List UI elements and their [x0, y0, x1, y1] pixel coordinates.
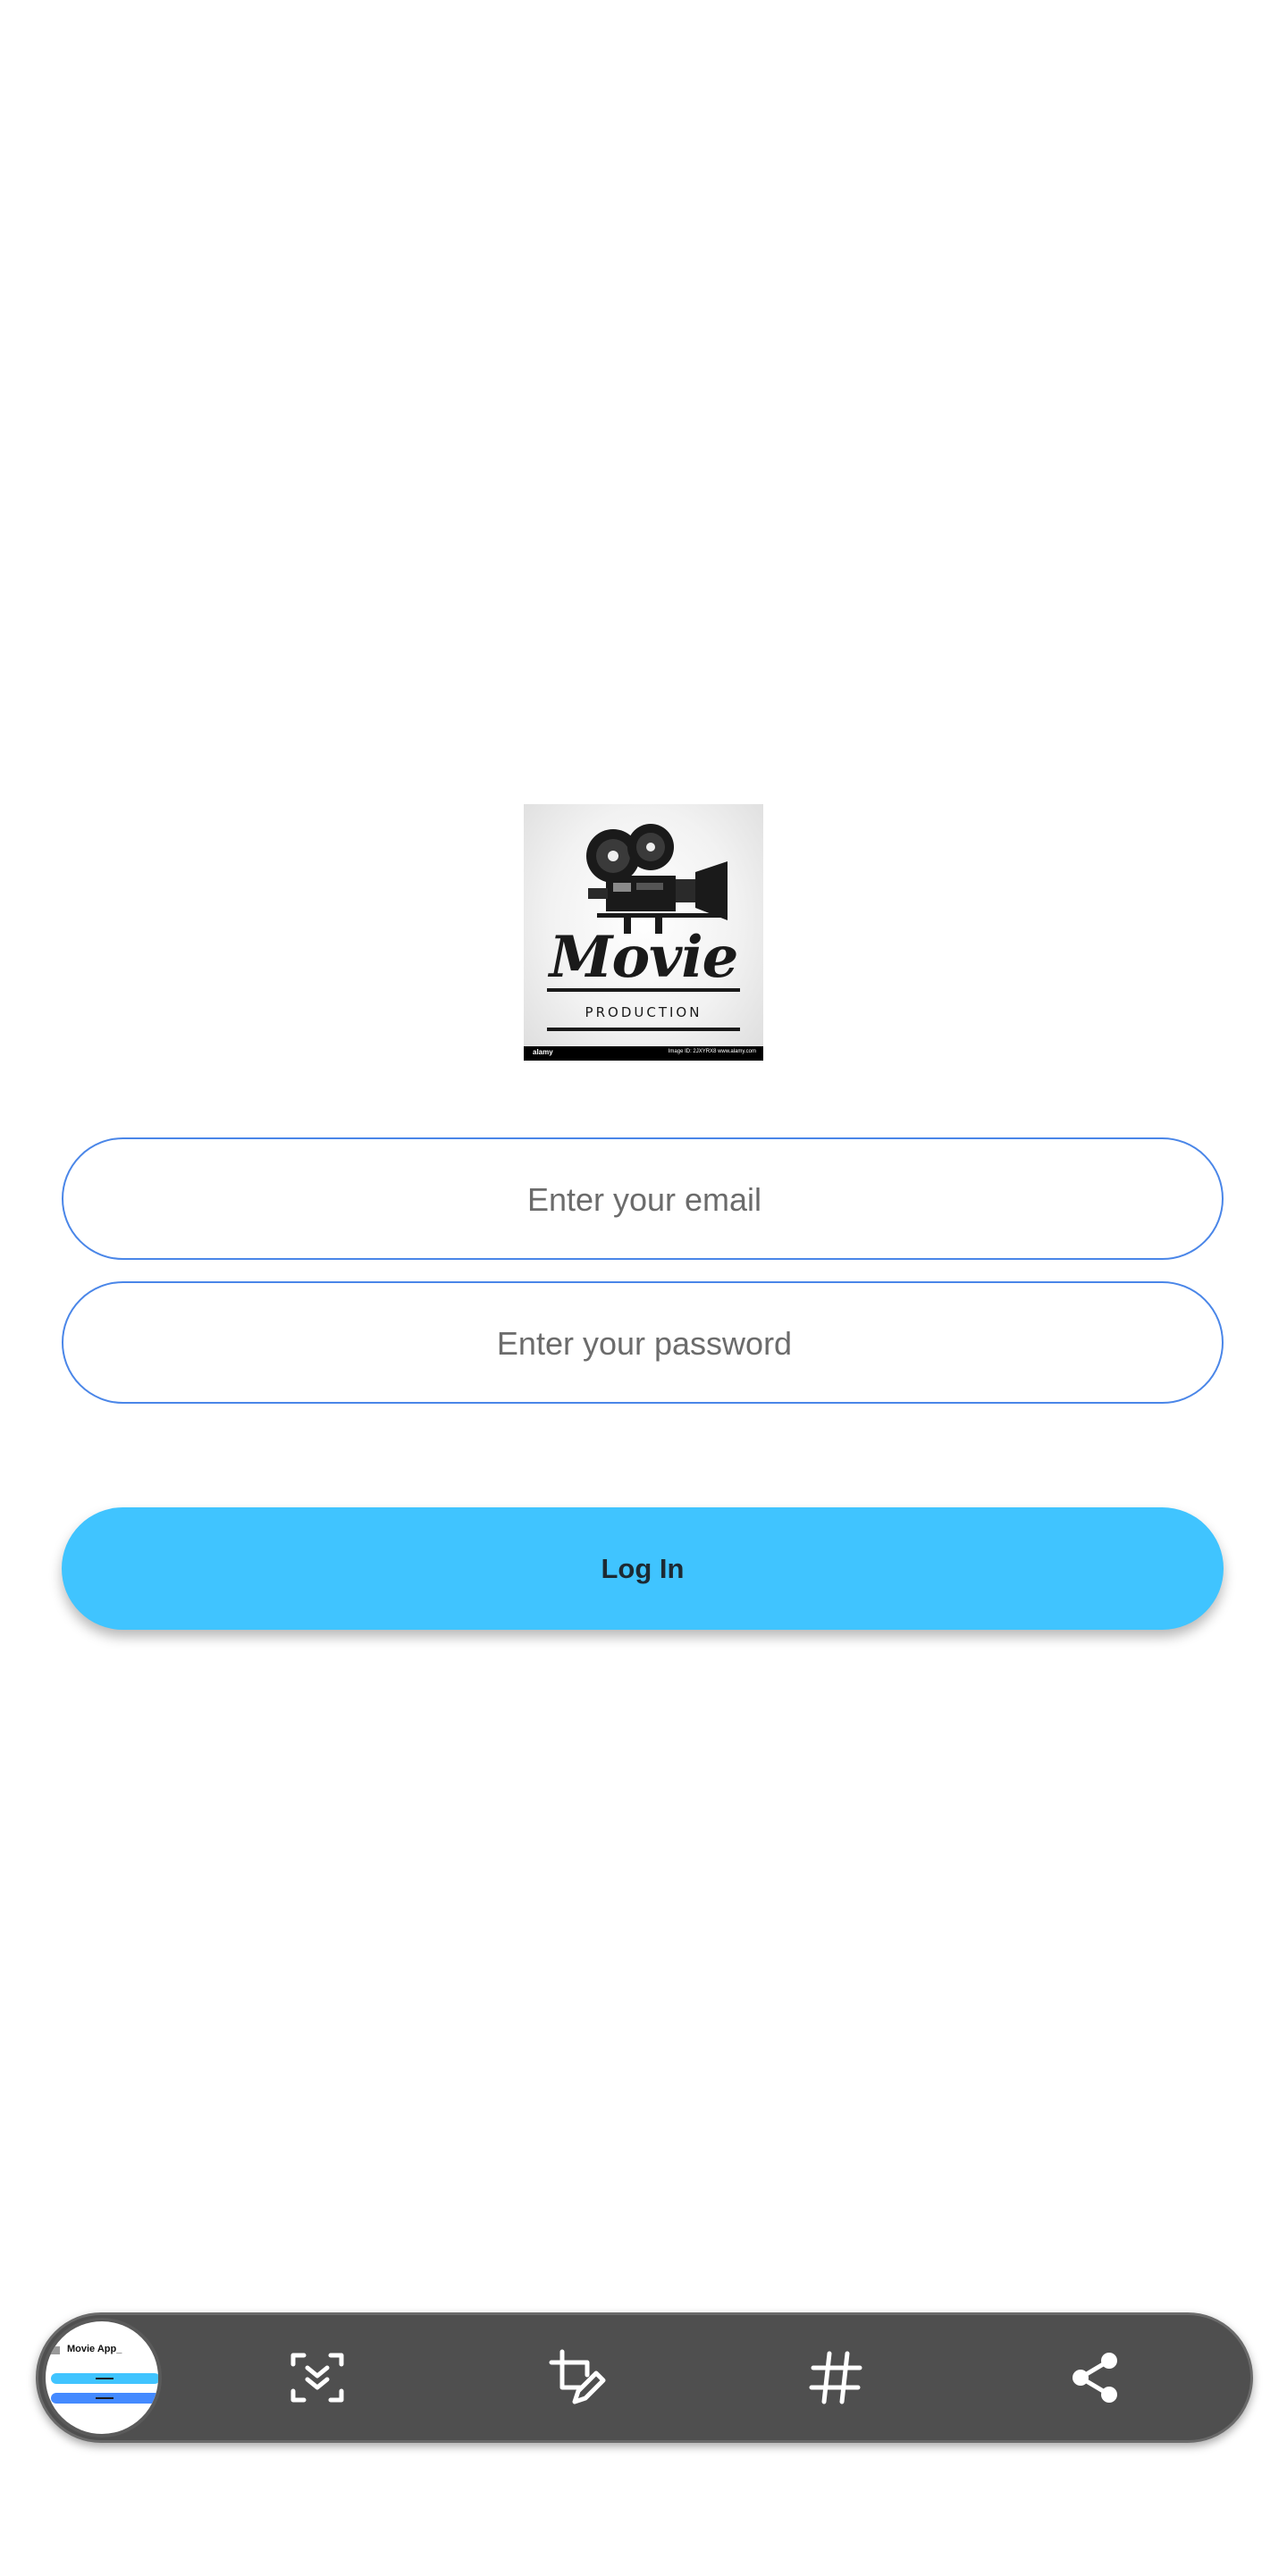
logo-watermark-bar: alamy Image ID: 2JXYRX8 www.alamy.com — [524, 1046, 763, 1061]
hashtag-button[interactable] — [803, 2345, 869, 2411]
thumbnail-text — [96, 2397, 114, 2399]
email-field-container — [62, 1137, 1225, 1260]
login-screen: Movie PRODUCTION alamy Image ID: 2JXYRX8… — [0, 0, 1287, 2576]
crop-edit-icon — [549, 2349, 606, 2404]
screenshot-toolbar: Movie App_ — [36, 2312, 1253, 2443]
crop-edit-button[interactable] — [544, 2345, 610, 2411]
hashtag-icon — [809, 2351, 862, 2404]
scroll-capture-icon — [290, 2353, 344, 2403]
watermark-id: Image ID: 2JXYRX8 www.alamy.com — [668, 1049, 756, 1054]
share-button[interactable] — [1063, 2345, 1129, 2411]
logo-subtitle: PRODUCTION — [585, 1004, 702, 1020]
watermark-brand: alamy — [533, 1048, 553, 1056]
logo-title: Movie — [549, 924, 739, 991]
login-button[interactable]: Log In — [62, 1507, 1224, 1630]
password-field[interactable] — [63, 1283, 1225, 1404]
scroll-capture-button[interactable] — [284, 2345, 350, 2411]
thumbnail-text — [96, 2378, 114, 2379]
share-icon — [1072, 2353, 1117, 2403]
thumbnail-title: Movie App_ — [67, 2344, 122, 2354]
screenshot-thumbnail[interactable]: Movie App_ — [42, 2318, 162, 2438]
film-camera-icon — [586, 824, 728, 934]
movie-production-logo: Movie PRODUCTION alamy Image ID: 2JXYRX8… — [524, 804, 763, 1061]
logo-divider — [547, 988, 740, 992]
password-field-container — [62, 1281, 1225, 1404]
logo-divider — [547, 1028, 740, 1031]
thumbnail-logo — [51, 2346, 60, 2354]
email-field[interactable] — [63, 1139, 1225, 1260]
